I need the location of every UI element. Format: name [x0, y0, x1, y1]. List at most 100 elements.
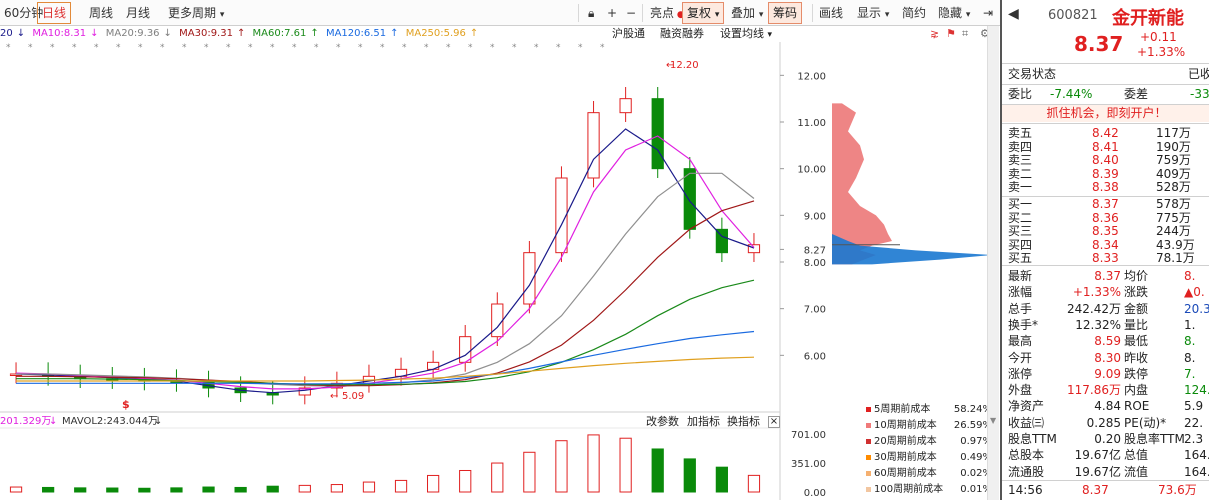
volume-bar	[491, 462, 504, 493]
stat-label: 总手	[1008, 301, 1033, 316]
jianyue-button[interactable]: 简约	[898, 2, 930, 24]
order-label: 买二	[1008, 210, 1033, 225]
mavol2-value: MAVOL2:243.044万	[62, 416, 159, 427]
open-account-banner[interactable]: 抓住机会，即刻开户！	[1002, 105, 1209, 122]
star-marker: *	[600, 43, 605, 53]
fuquan-label: 复权	[687, 6, 712, 20]
order-row: 买四 8.34 43.9万	[1008, 238, 1209, 252]
plus-icon[interactable]: +	[603, 2, 621, 24]
order-row: 买二 8.36 775万	[1008, 211, 1209, 225]
ma10-value: MA10:8.31	[32, 28, 87, 39]
flag-icon[interactable]: ⚑	[946, 26, 956, 42]
volume-bar	[427, 474, 440, 493]
switch-indicator-link[interactable]: 换指标	[727, 414, 760, 430]
stat-row: 外盘 117.86万内盘 124.56	[1008, 382, 1209, 399]
stat-label: 股息TTM	[1008, 432, 1057, 446]
period-month-tab[interactable]: 月线	[122, 2, 154, 24]
star-marker: *	[402, 43, 407, 53]
low-price-annotation: 5.09	[342, 391, 364, 402]
minus-icon[interactable]: −	[622, 2, 640, 24]
huaxian-button[interactable]: 画线	[815, 2, 847, 24]
period-day-tab[interactable]: 日线	[37, 2, 72, 24]
signal-icon[interactable]: ⋧	[930, 26, 939, 42]
cost-legend: 5周期前成本 58.24% 10周期前成本 26.59% 20周期前成本 0.97% 30周…	[862, 402, 996, 498]
price-tick-label: 7.00	[804, 305, 826, 316]
legend-swatch	[866, 407, 871, 412]
stat-label: 股息率TTM	[1124, 432, 1185, 446]
stat-row: 总股本 19.67亿总值 164.7	[1008, 447, 1209, 464]
scroll-down-icon[interactable]: ▼	[990, 416, 996, 425]
hgt-link[interactable]: 沪股通	[612, 26, 645, 42]
stat-label: 涨幅	[1008, 285, 1033, 300]
price-tick-label: 12.00	[797, 71, 826, 82]
rzrq-link[interactable]: 融资融券	[660, 26, 704, 42]
order-volume: 117万	[1156, 126, 1191, 140]
order-volume: 409万	[1156, 166, 1191, 181]
back-arrow-icon[interactable]: ◀	[1008, 6, 1019, 22]
star-marker: *	[578, 43, 583, 53]
ma-line-ma30	[16, 200, 755, 387]
yincang-dropdown[interactable]: 隐藏 ▾	[934, 2, 974, 24]
arrow-down-icon: ↓	[16, 28, 26, 39]
stat-label: 最新	[1008, 269, 1033, 283]
close-icon[interactable]: ×	[768, 416, 780, 428]
tick-volume: 73.6万	[1158, 483, 1197, 497]
stat-row: 总手 242.42万金额 20.32	[1008, 301, 1209, 318]
order-label: 买三	[1008, 224, 1033, 238]
stat-value: 117.86万	[1067, 383, 1121, 398]
more-periods-dropdown[interactable]: 更多周期 ▾	[164, 2, 228, 24]
cost-legend-row: 20周期前成本 0.97%	[862, 434, 996, 450]
cost-legend-name: 100周期前成本	[874, 484, 944, 495]
period-week-tab[interactable]: 周线	[85, 2, 117, 24]
star-marker: *	[116, 43, 121, 53]
stat-value: 1.	[1184, 317, 1196, 332]
arrow-left-icon: ←	[330, 391, 338, 402]
legend-swatch	[866, 471, 871, 476]
volume-bar	[459, 469, 472, 493]
arrow-up-icon: ↑	[390, 28, 399, 39]
stat-label: 最低	[1124, 334, 1149, 349]
star-marker: *	[6, 43, 11, 53]
order-price: 8.41	[1092, 139, 1119, 154]
star-marker: *	[182, 43, 187, 53]
stat-value: 9.09	[1094, 366, 1121, 381]
volume-bar	[394, 479, 408, 493]
volume-bar	[298, 484, 311, 493]
fuquan-dropdown[interactable]: 复权 ▾	[682, 2, 725, 24]
lock-icon[interactable]: 🔒︎	[584, 2, 598, 24]
chart-icon[interactable]: ⌗	[962, 26, 968, 42]
set-ma-dropdown[interactable]: 设置均线 ▾	[720, 26, 772, 43]
stat-value: 242.42万	[1067, 301, 1121, 316]
stat-label: 换手*	[1008, 317, 1039, 332]
order-volume: 578万	[1156, 197, 1191, 211]
order-label: 卖二	[1008, 166, 1033, 181]
order-volume: 190万	[1156, 139, 1191, 154]
stat-value: 4.84	[1094, 399, 1121, 414]
stat-value: 8.59	[1094, 334, 1121, 349]
star-marker: *	[534, 43, 539, 53]
stat-label: 今开	[1008, 350, 1033, 365]
price-tick-label: 8.27	[804, 245, 826, 256]
collapse-icon[interactable]: ⇥	[979, 2, 997, 24]
order-label: 卖五	[1008, 126, 1033, 140]
chevron-down-icon: ▾	[767, 30, 773, 40]
cost-legend-name: 10周期前成本	[874, 420, 937, 431]
volume-bar	[747, 474, 761, 493]
scrollbar[interactable]: ▼	[987, 26, 999, 500]
chouma-button[interactable]: 筹码	[768, 2, 803, 24]
xianshi-dropdown[interactable]: 显示 ▾	[853, 2, 893, 24]
volume-bar	[42, 486, 55, 493]
order-label: 买五	[1008, 251, 1033, 265]
edit-params-link[interactable]: 改参数	[646, 414, 679, 430]
legend-swatch	[866, 423, 871, 428]
ma-line-ma5	[15, 128, 755, 394]
candle-body	[683, 168, 696, 230]
weibi-value: -7.44%	[1050, 87, 1093, 101]
stat-label: ROE	[1124, 399, 1150, 414]
stat-value: 5.9	[1184, 399, 1204, 414]
star-marker: *	[270, 43, 275, 53]
diejia-dropdown[interactable]: 叠加 ▾	[727, 2, 767, 24]
volume-bar	[106, 487, 119, 493]
stat-value: 0.20	[1094, 432, 1121, 446]
add-indicator-link[interactable]: 加指标	[687, 414, 720, 430]
